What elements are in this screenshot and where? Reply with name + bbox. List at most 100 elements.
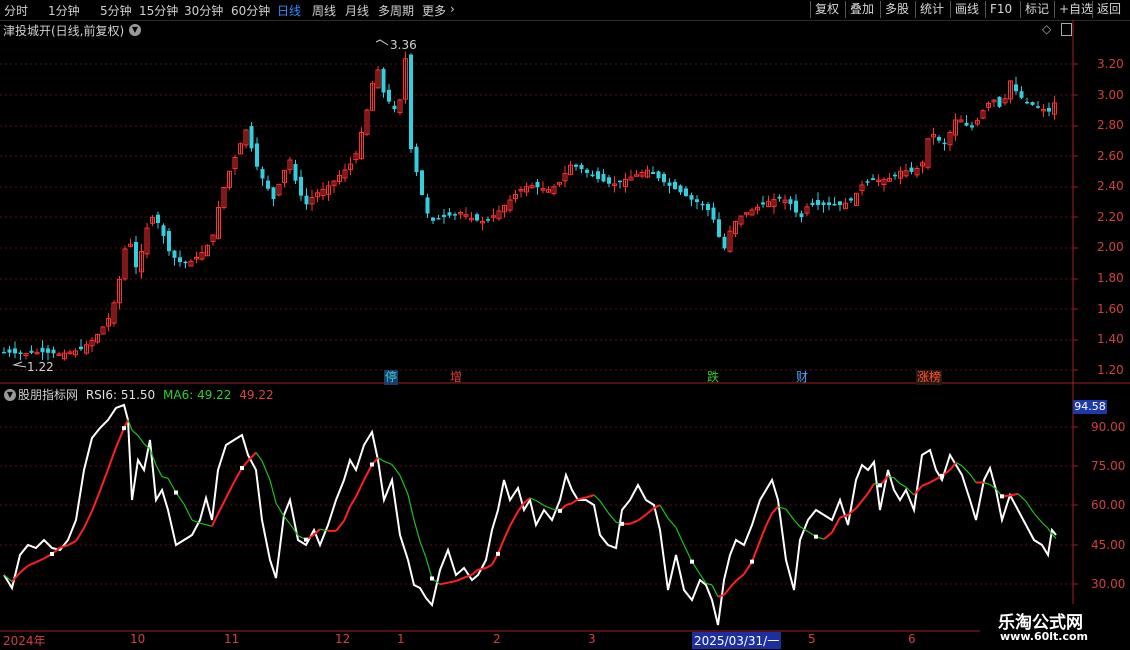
candle-body bbox=[535, 182, 540, 188]
ma-line-segment bbox=[183, 503, 193, 521]
ma-line-segment bbox=[509, 510, 519, 527]
candle-body bbox=[51, 349, 56, 354]
event-tag-finance[interactable]: 财 bbox=[795, 370, 809, 385]
low-price-label: 1.22 bbox=[27, 360, 54, 374]
ma-line-segment bbox=[407, 494, 415, 521]
candle-body bbox=[2, 351, 6, 354]
indicator-tick: 45.00 bbox=[1091, 538, 1126, 552]
ma-line-segment bbox=[419, 541, 427, 558]
ma-line-segment bbox=[887, 475, 895, 479]
ma-label: MA6: 49.22 bbox=[163, 388, 232, 402]
candle-body bbox=[970, 125, 974, 128]
ma-line-segment bbox=[199, 522, 207, 526]
candle-body bbox=[821, 202, 826, 205]
ma-line-segment bbox=[217, 497, 227, 515]
ma-line-segment bbox=[839, 514, 849, 519]
candle-body bbox=[810, 202, 815, 205]
event-tag-increase[interactable]: 增 bbox=[449, 370, 463, 385]
ma-marker bbox=[174, 490, 178, 495]
ma-line-segment bbox=[477, 567, 487, 571]
rsi-label: RSI6: 51.50 bbox=[85, 388, 156, 402]
ma-line-segment bbox=[75, 527, 85, 542]
ma-line-segment bbox=[343, 506, 351, 522]
ma-line-segment bbox=[447, 580, 457, 584]
candle-body bbox=[420, 170, 424, 195]
ma-line-segment bbox=[1025, 501, 1035, 514]
ma-line-segment bbox=[355, 479, 365, 498]
candle-body bbox=[700, 203, 705, 206]
high-price-label: 3.36 bbox=[390, 38, 417, 52]
ma-line-segment bbox=[485, 563, 493, 569]
candle-body bbox=[299, 176, 303, 196]
candle-body bbox=[893, 174, 897, 177]
indicator-name[interactable]: 股朋指标网 bbox=[18, 388, 78, 402]
ma-line-segment bbox=[629, 519, 639, 525]
ma-line-segment bbox=[497, 538, 505, 555]
candle-body bbox=[651, 172, 655, 174]
ma-line-segment bbox=[867, 483, 875, 494]
ma-line-segment bbox=[503, 525, 511, 540]
event-tag-drop[interactable]: 跌 bbox=[706, 370, 720, 385]
candle-body bbox=[777, 196, 782, 199]
date-label: 2024年 bbox=[3, 634, 46, 648]
candle-body bbox=[46, 348, 50, 353]
candle-body bbox=[161, 225, 166, 236]
candle-body bbox=[590, 174, 595, 177]
candle-body bbox=[431, 217, 435, 221]
ma-marker bbox=[558, 508, 562, 513]
ma-line-segment bbox=[899, 483, 907, 488]
candle-body bbox=[156, 214, 160, 223]
ma-line-segment bbox=[711, 584, 719, 597]
indicator-header: 股朋指标网 RSI6: 51.50 MA6: 49.22 49.22 bbox=[18, 386, 274, 403]
ma-line-segment bbox=[659, 504, 669, 519]
candle-body bbox=[134, 241, 138, 268]
ma-line-segment bbox=[751, 540, 761, 563]
price-tick: 3.20 bbox=[1097, 57, 1124, 71]
event-tag-gainers[interactable]: 涨榜 bbox=[916, 370, 943, 385]
ma-line-segment bbox=[413, 519, 421, 542]
ma-line-segment bbox=[255, 452, 263, 462]
ma-line-segment bbox=[261, 460, 271, 481]
ma-marker bbox=[814, 534, 818, 539]
ma-marker bbox=[690, 559, 694, 564]
candle-body bbox=[178, 257, 182, 262]
candle-body bbox=[849, 198, 853, 201]
candle-body bbox=[260, 169, 265, 179]
ma-line-segment bbox=[823, 531, 833, 540]
candle-body bbox=[937, 136, 941, 141]
ma-line-segment bbox=[137, 435, 145, 445]
event-tag-suspend[interactable]: 停 bbox=[384, 370, 399, 385]
candle-body bbox=[29, 350, 34, 353]
date-label: 12 bbox=[335, 632, 351, 646]
ma-line-segment bbox=[27, 561, 37, 567]
ma-line-segment bbox=[83, 510, 93, 529]
ma-line-segment bbox=[19, 564, 29, 574]
candle-body bbox=[871, 178, 875, 180]
candle-body bbox=[436, 218, 441, 220]
ma-line-segment bbox=[969, 473, 977, 483]
candle-body bbox=[579, 164, 584, 170]
candle-body bbox=[1014, 84, 1018, 92]
ma-line-segment bbox=[131, 429, 139, 436]
candle-body bbox=[381, 68, 386, 93]
candle-body bbox=[271, 187, 276, 200]
date-label: 1 bbox=[397, 632, 405, 646]
candle-body bbox=[706, 204, 710, 210]
ma-line-segment bbox=[205, 524, 213, 527]
candle-body bbox=[486, 219, 490, 221]
ma-line-segment bbox=[115, 427, 125, 448]
ma-line-segment bbox=[1033, 512, 1043, 523]
chevron-down-icon[interactable]: ▼ bbox=[4, 389, 16, 401]
price-tick: 2.80 bbox=[1097, 118, 1124, 132]
candle-body bbox=[79, 346, 83, 350]
price-tick: 1.80 bbox=[1097, 271, 1124, 285]
candle-body bbox=[7, 349, 12, 353]
candle-body bbox=[695, 199, 699, 203]
ma-line-segment bbox=[35, 557, 45, 564]
candle-body bbox=[293, 164, 298, 181]
watermark: 乐淘公式网 www.60lt.com bbox=[980, 604, 1130, 650]
candle-body bbox=[618, 180, 622, 183]
indicator-tick: 90.00 bbox=[1091, 420, 1126, 434]
candle-body bbox=[656, 171, 661, 179]
ma-line-segment bbox=[577, 496, 587, 501]
